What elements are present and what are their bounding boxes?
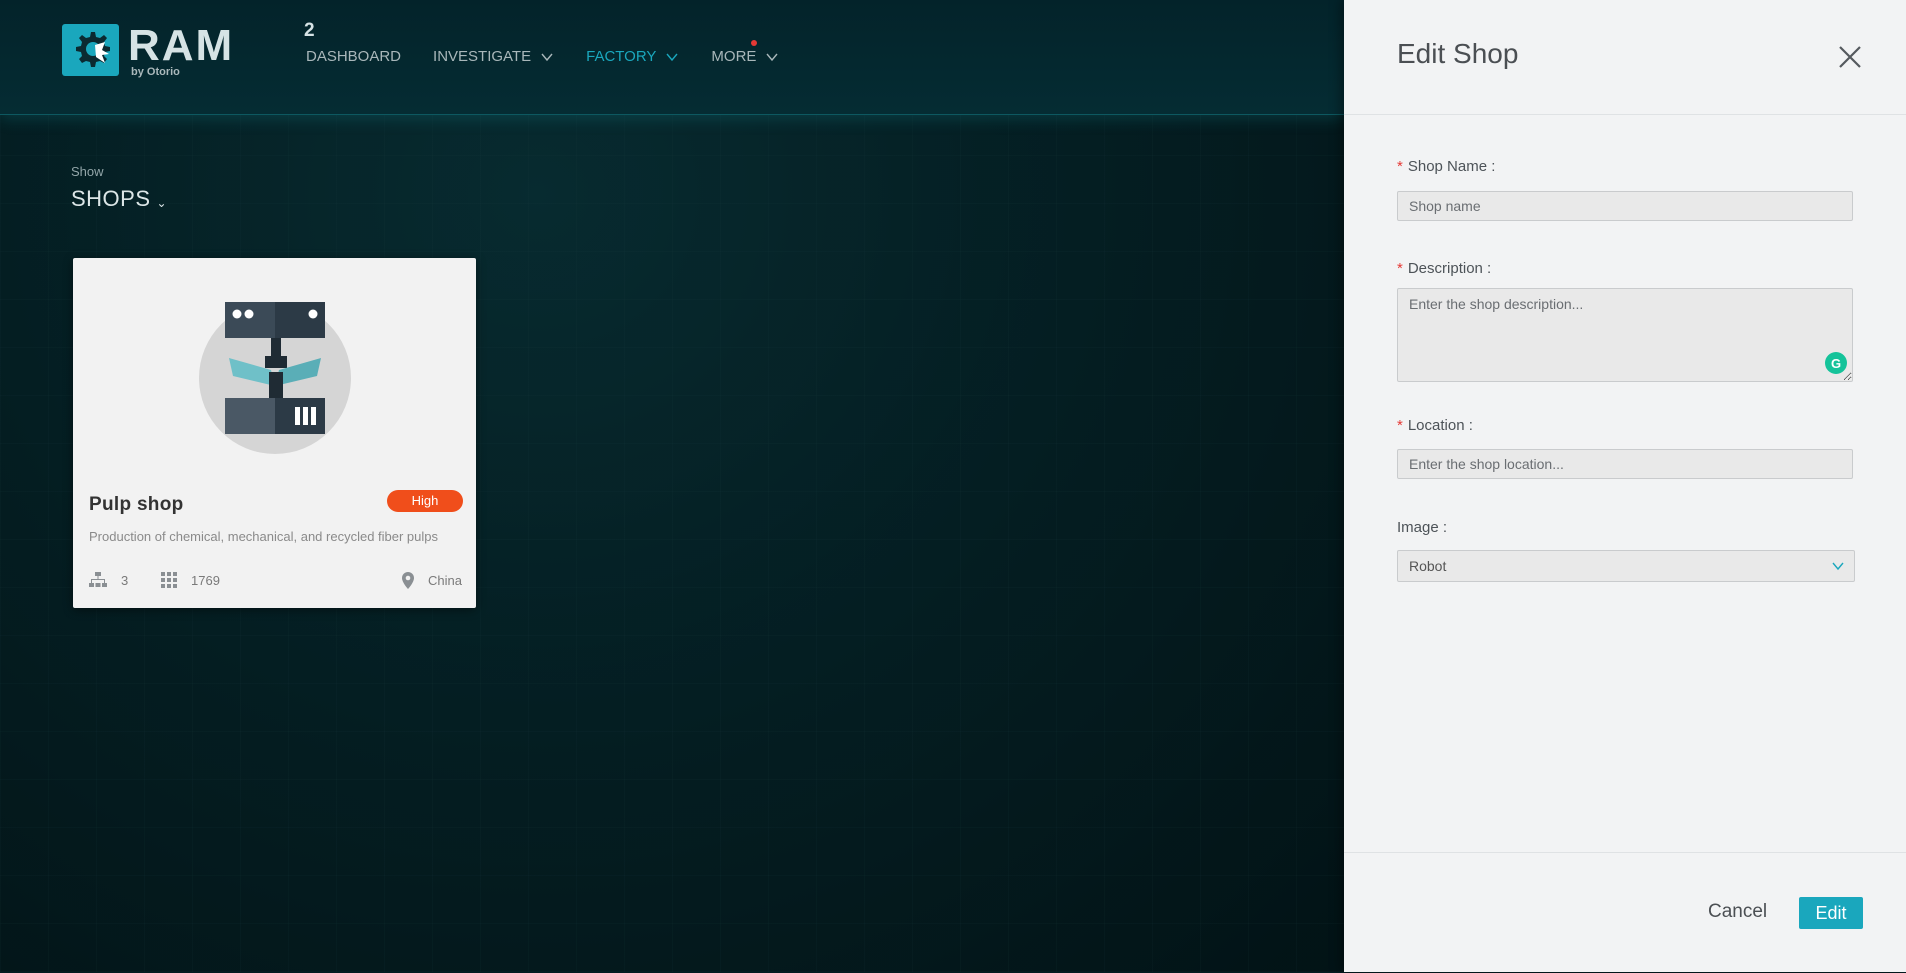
- cancel-button[interactable]: Cancel: [1708, 901, 1767, 923]
- description-label: * Description :: [1397, 260, 1491, 277]
- location-pin-icon: [402, 572, 415, 589]
- view-selector-value: SHOPS: [71, 186, 151, 211]
- label-colon: :: [1468, 417, 1473, 434]
- brand-superscript: 2: [304, 20, 315, 41]
- required-asterisk: *: [1397, 417, 1403, 434]
- edit-button[interactable]: Edit: [1799, 897, 1863, 929]
- image-label: Image :: [1397, 519, 1447, 536]
- brand-name: RAM: [128, 21, 235, 70]
- edit-shop-drawer: Edit Shop *Shop Name : *Description : G …: [1344, 0, 1906, 972]
- ram-logo-icon: [62, 24, 119, 76]
- hierarchy-count: 3: [121, 572, 129, 588]
- shop-card[interactable]: Pulp shop High Production of chemical, m…: [73, 258, 476, 608]
- shop-card-stats: 3 1769 China: [89, 572, 462, 590]
- main-nav: DASHBOARD INVESTIGATE FACTORY MORE: [306, 40, 779, 65]
- label-colon: :: [1487, 260, 1492, 277]
- shop-location: China: [428, 573, 462, 588]
- chevron-down-icon: ⌄: [156, 196, 168, 210]
- image-label-text: Image: [1397, 519, 1439, 536]
- robot-illustration: [199, 302, 351, 454]
- image-select[interactable]: Robot: [1397, 550, 1855, 582]
- nav-item-label: FACTORY: [586, 48, 657, 65]
- label-colon: :: [1442, 519, 1448, 536]
- grid-icon: [161, 572, 177, 588]
- assets-stat: 1769: [161, 572, 220, 588]
- image-select-value: Robot: [1409, 558, 1447, 574]
- shop-name-label-text: Shop Name: [1407, 158, 1488, 175]
- chevron-down-icon: [766, 53, 778, 61]
- hierarchy-stat: 3: [89, 572, 128, 588]
- drawer-title: Edit Shop: [1397, 38, 1519, 69]
- nav-item-dashboard[interactable]: DASHBOARD: [306, 48, 401, 65]
- drawer-footer: Cancel Edit: [1344, 852, 1906, 973]
- close-icon[interactable]: [1837, 44, 1863, 70]
- label-colon: :: [1491, 158, 1496, 175]
- chevron-down-icon: [666, 53, 678, 61]
- nav-item-label: INVESTIGATE: [433, 48, 532, 65]
- top-navigation-bar: RAM 2 by Otorio DASHBOARD INVESTIGATE FA…: [0, 0, 1344, 115]
- location-stat: China: [402, 572, 462, 589]
- grammarly-icon[interactable]: G: [1825, 352, 1847, 374]
- assets-count: 1769: [191, 572, 220, 588]
- location-label-text: Location: [1407, 417, 1465, 434]
- risk-badge: High: [387, 490, 463, 512]
- shop-name-input[interactable]: [1397, 191, 1853, 221]
- drawer-header: Edit Shop: [1344, 0, 1906, 115]
- chevron-down-icon: [541, 53, 553, 61]
- required-asterisk: *: [1397, 158, 1403, 175]
- location-label: * Location :: [1397, 417, 1473, 434]
- shop-card-title: Pulp shop: [89, 494, 184, 515]
- description-textarea[interactable]: [1397, 288, 1853, 382]
- notification-dot: [751, 40, 758, 46]
- location-input[interactable]: [1397, 449, 1853, 479]
- nav-item-factory[interactable]: FACTORY: [586, 48, 679, 65]
- shop-card-description: Production of chemical, mechanical, and …: [89, 529, 439, 544]
- nav-item-label: DASHBOARD: [306, 48, 402, 65]
- description-label-text: Description: [1407, 260, 1483, 277]
- show-label: Show: [71, 164, 104, 179]
- shop-name-label: * Shop Name :: [1397, 158, 1495, 175]
- view-selector[interactable]: SHOPS ⌄: [71, 186, 167, 212]
- brand-logo[interactable]: RAM 2 by Otorio: [62, 20, 315, 84]
- nav-item-label: MORE: [711, 48, 757, 65]
- nav-item-more[interactable]: MORE: [711, 40, 779, 65]
- hierarchy-icon: [89, 572, 107, 587]
- required-asterisk: *: [1397, 260, 1403, 277]
- app-background: RAM 2 by Otorio DASHBOARD INVESTIGATE FA…: [0, 0, 1344, 972]
- nav-item-investigate[interactable]: INVESTIGATE: [433, 48, 554, 65]
- chevron-down-icon: [1832, 562, 1844, 571]
